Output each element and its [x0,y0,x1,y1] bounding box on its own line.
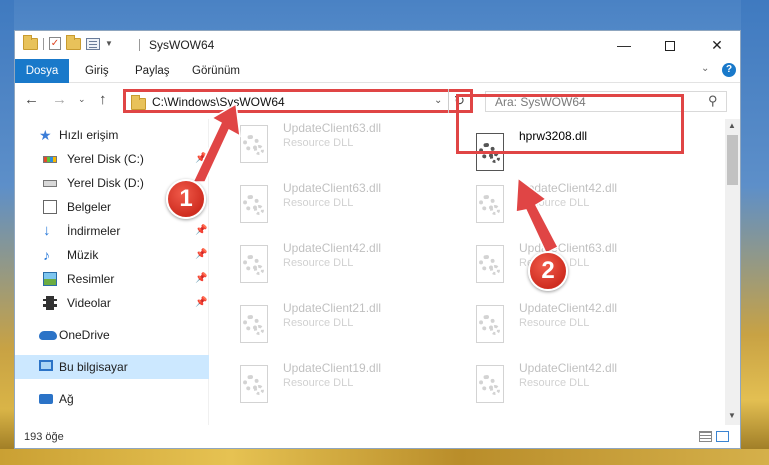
callout-step-1: 1 [166,179,206,219]
callout-2-arrow [515,176,560,255]
callout-1-arrow [191,102,241,183]
callout-arrows [191,102,560,255]
callout-step-2: 2 [528,251,568,291]
